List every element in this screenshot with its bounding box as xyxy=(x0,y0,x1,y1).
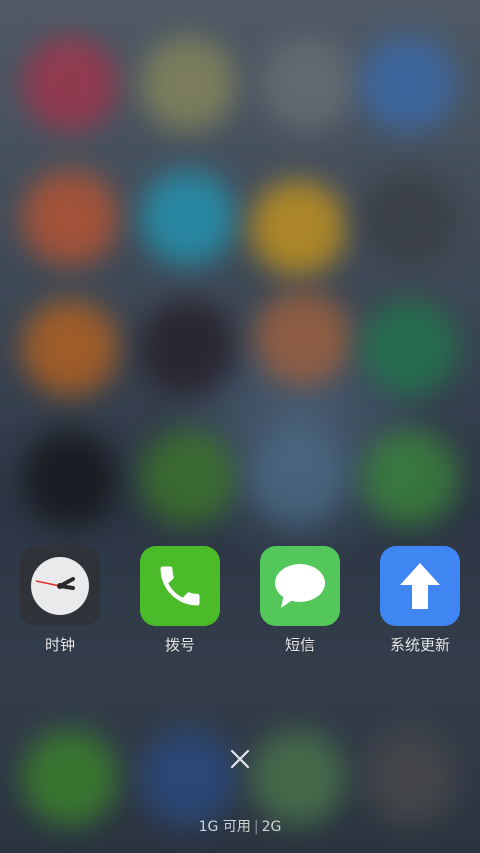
memory-total: 2G xyxy=(261,819,282,835)
memory-available: 1G 可用 xyxy=(198,819,251,835)
recent-app-label: 时钟 xyxy=(44,636,75,654)
blurred-app xyxy=(140,300,236,396)
blurred-app xyxy=(362,730,458,826)
recent-app-label: 拨号 xyxy=(164,636,195,654)
memory-status: 1G 可用 | 2G xyxy=(0,816,480,836)
blurred-wallpaper xyxy=(0,0,480,853)
recent-app-clock[interactable]: 时钟 xyxy=(20,546,100,655)
blurred-app xyxy=(22,170,118,266)
blurred-app xyxy=(22,730,118,826)
recent-app-phone[interactable]: 拨号 xyxy=(140,546,220,655)
blurred-app xyxy=(260,36,356,132)
blurred-app xyxy=(250,730,346,826)
clear-all-button[interactable] xyxy=(227,746,253,772)
blurred-app xyxy=(22,36,118,132)
blurred-app xyxy=(362,170,458,266)
update-arrow-icon xyxy=(380,546,460,626)
blurred-app xyxy=(255,290,351,386)
blurred-app xyxy=(250,430,346,526)
close-icon xyxy=(230,749,250,769)
blurred-app xyxy=(362,430,458,526)
blurred-app xyxy=(22,300,118,396)
blurred-app xyxy=(140,730,236,826)
blurred-app xyxy=(22,430,118,526)
memory-separator: | xyxy=(253,819,259,835)
recent-app-system-update[interactable]: 系统更新 xyxy=(380,546,460,655)
phone-icon xyxy=(140,546,220,626)
clock-icon xyxy=(20,546,100,626)
blurred-app xyxy=(362,300,458,396)
blurred-app xyxy=(140,430,236,526)
recent-app-label: 系统更新 xyxy=(389,636,450,654)
message-icon xyxy=(260,546,340,626)
recent-app-messages[interactable]: 短信 xyxy=(260,546,340,655)
blurred-app xyxy=(250,180,346,276)
blurred-app xyxy=(360,36,456,132)
blurred-app xyxy=(140,36,236,132)
recent-app-label: 短信 xyxy=(284,636,315,654)
blurred-app xyxy=(140,170,236,266)
